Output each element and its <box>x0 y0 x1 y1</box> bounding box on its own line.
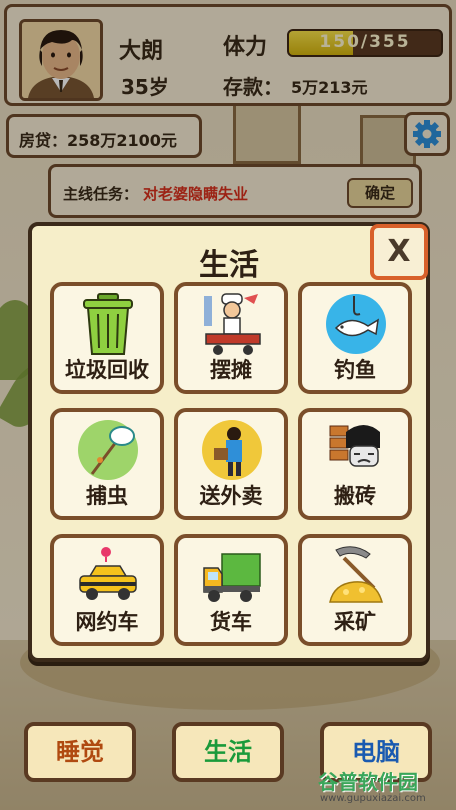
activity-label: 货车 <box>210 610 252 634</box>
panel-title: 生活 <box>199 248 259 283</box>
activity-food-delivery[interactable]: 送外卖 <box>174 408 288 520</box>
activity-label: 网约车 <box>75 610 139 634</box>
activity-label: 垃圾回收 <box>65 358 149 382</box>
nav-life-button[interactable]: 生活 <box>172 722 284 782</box>
activity-move-bricks[interactable]: 搬砖 <box>298 408 412 520</box>
life-panel: 生活 垃圾回收 摆摊 钓鱼 捕虫 送外卖 搬砖 网约车 货车 采矿 <box>28 222 430 662</box>
activity-label: 摆摊 <box>210 358 252 382</box>
watermark-text: 谷普软件园 <box>318 770 418 794</box>
activity-garbage-recycling[interactable]: 垃圾回收 <box>50 282 164 394</box>
truck-icon <box>203 553 261 602</box>
activity-label: 送外卖 <box>199 484 263 508</box>
activity-mining[interactable]: 采矿 <box>298 534 412 646</box>
activity-fishing[interactable]: 钓鱼 <box>298 282 412 394</box>
activity-ride-hailing[interactable]: 网约车 <box>50 534 164 646</box>
activity-street-stall[interactable]: 摆摊 <box>174 282 288 394</box>
watermark-url: www.gupuxiazai.com <box>320 793 426 804</box>
brick-carrier-icon <box>329 425 380 467</box>
delivery-man-icon <box>202 420 262 480</box>
activity-truck[interactable]: 货车 <box>174 534 288 646</box>
activity-label: 采矿 <box>334 610 376 634</box>
nav-sleep-button[interactable]: 睡觉 <box>24 722 136 782</box>
activity-label: 钓鱼 <box>334 358 376 382</box>
trash-can-icon <box>83 293 133 355</box>
fish-hook-icon <box>326 294 386 354</box>
bug-net-icon <box>78 420 138 480</box>
pickaxe-gold-icon <box>329 546 383 603</box>
watermark: 谷普软件园 www.gupuxiazai.com <box>318 766 456 810</box>
taxi-icon <box>79 547 137 600</box>
close-button[interactable]: X <box>370 224 428 280</box>
activity-label: 捕虫 <box>86 484 128 508</box>
activity-label: 搬砖 <box>334 484 376 508</box>
activity-catch-bugs[interactable]: 捕虫 <box>50 408 164 520</box>
street-vendor-icon <box>204 293 261 355</box>
